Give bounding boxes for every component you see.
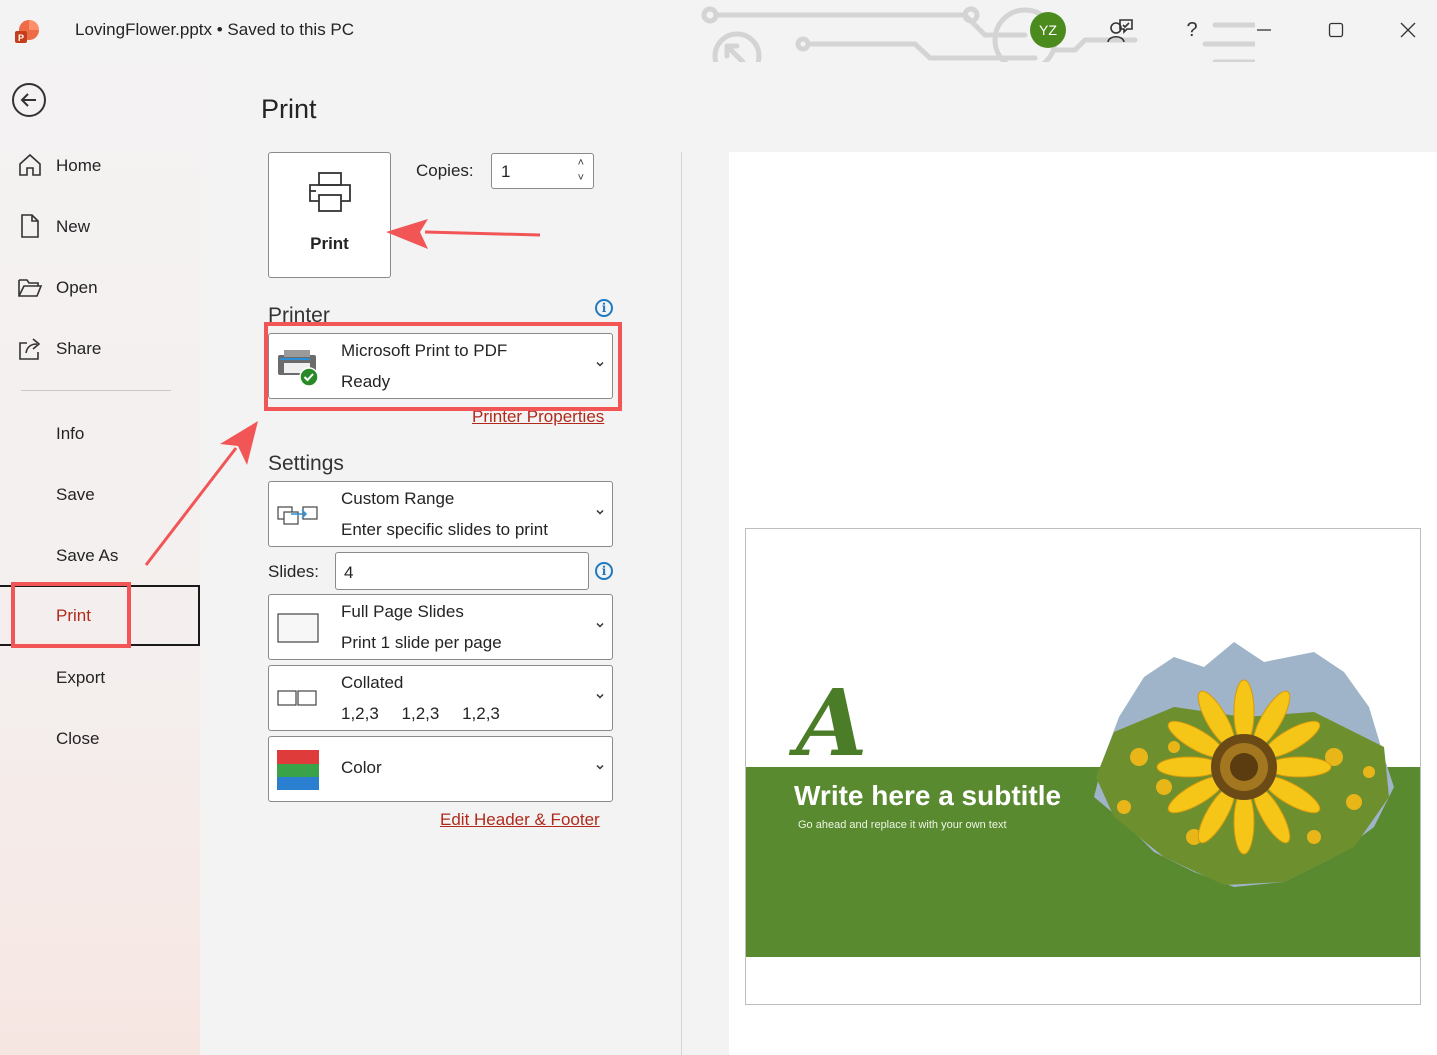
nav-item-save-as[interactable]: Save As: [0, 527, 200, 585]
help-icon[interactable]: ?: [1176, 14, 1208, 46]
collate-title: Collated: [341, 673, 404, 692]
slide-title: Write here a subtitle: [794, 780, 1062, 811]
user-avatar[interactable]: YZ: [1030, 12, 1066, 48]
minimize-icon[interactable]: [1248, 14, 1280, 46]
nav-label: Close: [56, 729, 100, 748]
collate-description: 1,2,3 1,2,3 1,2,3: [341, 704, 500, 723]
copies-value: 1: [501, 162, 511, 181]
nav-item-export[interactable]: Export: [0, 649, 200, 707]
nav-item-share[interactable]: Share: [0, 320, 200, 378]
edit-header-footer-link[interactable]: Edit Header & Footer: [440, 810, 600, 830]
slides-info-icon[interactable]: i: [595, 562, 613, 580]
nav-label: Open: [56, 278, 98, 297]
chevron-up-icon[interactable]: ˄: [578, 156, 584, 171]
powerpoint-logo-icon: P: [15, 20, 39, 43]
slide-preview: A Write here a subtitle Go ahead and rep…: [745, 528, 1421, 1005]
printer-ready-icon: [278, 350, 319, 387]
layout-title: Full Page Slides: [341, 602, 464, 621]
printer-section-title: Printer: [268, 304, 330, 327]
close-icon[interactable]: [1392, 14, 1424, 46]
nav-item-print[interactable]: Print: [0, 585, 200, 646]
slides-input[interactable]: 4: [335, 552, 589, 590]
chevron-down-icon: [596, 693, 604, 699]
printer-name: Microsoft Print to PDF: [341, 341, 508, 360]
printer-properties-link[interactable]: Printer Properties: [472, 407, 604, 427]
range-dropdown[interactable]: Custom Range Enter specific slides to pr…: [268, 481, 613, 547]
print-button-label: Print: [310, 234, 349, 253]
nav-item-open[interactable]: Open: [0, 259, 200, 317]
circuit-decoration: [701, 6, 1255, 66]
open-folder-icon: [18, 279, 43, 297]
sunflower-image: [1094, 642, 1394, 887]
color-dropdown[interactable]: Color: [268, 736, 613, 802]
copies-stepper[interactable]: ˄ ˅: [578, 156, 584, 186]
full-page-slide-icon: [277, 613, 319, 643]
back-arrow-icon: [20, 93, 36, 107]
nav-item-home[interactable]: Home: [0, 137, 200, 195]
nav-item-new[interactable]: New: [0, 198, 200, 256]
custom-range-icon: [277, 506, 318, 525]
nav-item-close[interactable]: Close: [0, 710, 200, 768]
nav-separator: [21, 390, 171, 391]
page-title: Print: [261, 94, 317, 124]
home-icon: [19, 153, 41, 176]
collated-icon: [277, 690, 317, 706]
nav-label: Print: [56, 605, 91, 625]
printer-dropdown[interactable]: Microsoft Print to PDF Ready: [268, 333, 613, 399]
layout-description: Print 1 slide per page: [341, 633, 502, 652]
nav-label: Info: [56, 424, 85, 443]
title-bar: P LovingFlower.pptx • Saved to this PC Y…: [0, 0, 1437, 66]
nav-label: Save As: [56, 546, 119, 565]
svg-text:P: P: [18, 33, 24, 43]
slide-decorative-letter: A: [796, 669, 868, 777]
nav-item-info[interactable]: Info: [0, 405, 200, 463]
printer-info-icon[interactable]: i: [595, 299, 613, 317]
new-document-icon: [21, 214, 39, 238]
backstage-nav: Home New Open Share Info Save Save As Pr…: [0, 62, 200, 1055]
pane-divider: [681, 152, 682, 1055]
coauthor-icon[interactable]: [1104, 14, 1136, 46]
copies-label: Copies:: [416, 161, 474, 180]
layout-dropdown[interactable]: Full Page Slides Print 1 slide per page: [268, 594, 613, 660]
document-title: LovingFlower.pptx • Saved to this PC: [75, 20, 355, 39]
color-icon: [277, 750, 319, 790]
nav-label: Share: [56, 339, 102, 358]
nav-label: Export: [56, 668, 106, 687]
printer-status: Ready: [341, 372, 391, 391]
range-description: Enter specific slides to print: [341, 520, 548, 539]
settings-section-title: Settings: [268, 452, 344, 475]
color-label: Color: [341, 758, 382, 777]
back-button[interactable]: [12, 83, 46, 117]
slides-value: 4: [344, 563, 354, 582]
collate-dropdown[interactable]: Collated 1,2,3 1,2,3 1,2,3: [268, 665, 613, 731]
chevron-down-icon: [596, 622, 604, 628]
chevron-down-icon[interactable]: ˅: [578, 171, 584, 186]
range-title: Custom Range: [341, 489, 455, 508]
slide-subtitle: Go ahead and replace it with your own te…: [798, 819, 1007, 831]
slides-label: Slides:: [268, 562, 320, 581]
copies-input[interactable]: 1 ˄ ˅: [491, 153, 594, 189]
nav-label: New: [56, 217, 91, 236]
share-icon: [19, 338, 41, 360]
maximize-icon[interactable]: [1320, 14, 1352, 46]
chevron-down-icon: [596, 361, 604, 367]
nav-label: Save: [56, 485, 95, 504]
chevron-down-icon: [596, 764, 604, 770]
print-button[interactable]: Print: [268, 152, 391, 278]
nav-item-save[interactable]: Save: [0, 466, 200, 524]
chevron-down-icon: [596, 509, 604, 515]
nav-label: Home: [56, 156, 102, 175]
printer-icon: [309, 172, 351, 212]
